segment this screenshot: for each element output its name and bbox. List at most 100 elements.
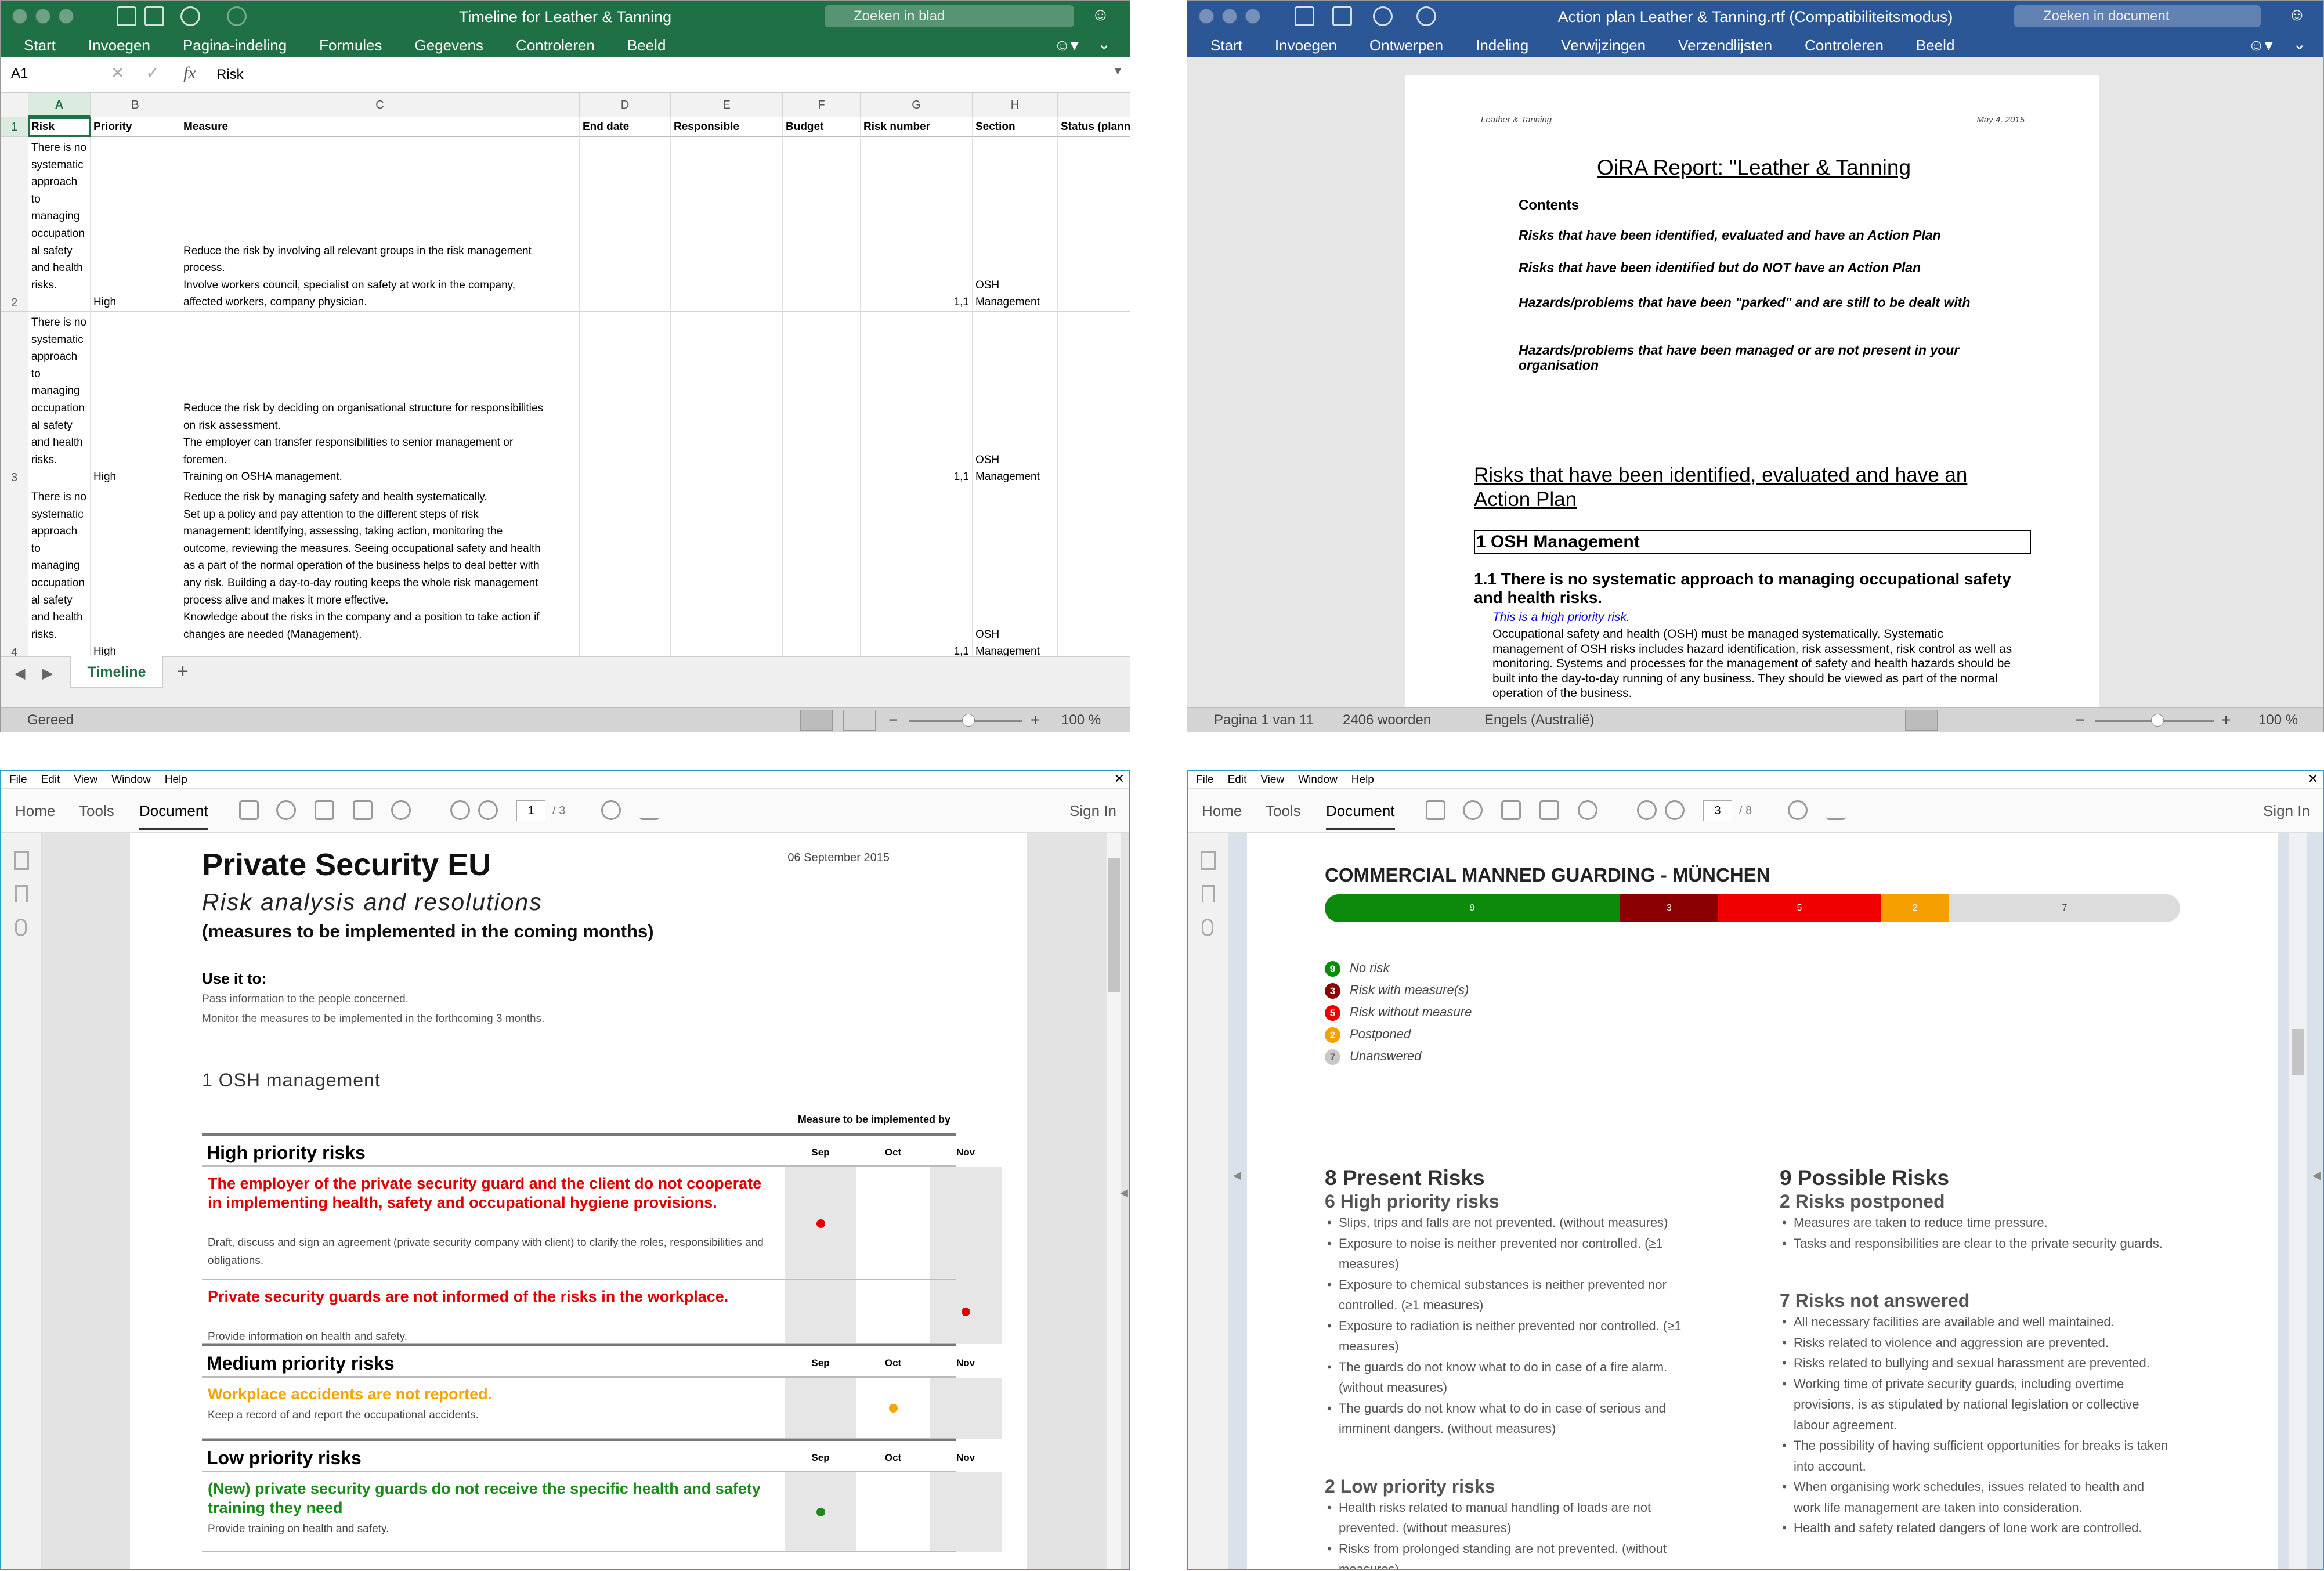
menu-item-window[interactable]: Window <box>1298 774 1338 786</box>
formula-input[interactable]: Risk <box>216 63 244 86</box>
table-cell[interactable]: OSH Management <box>973 312 1058 486</box>
ribbon-collapse-icon[interactable]: ⌄ <box>1097 34 1111 53</box>
header-cell-6[interactable]: Budget <box>783 117 861 137</box>
column-header-C[interactable]: C <box>180 93 580 117</box>
column-header-G[interactable]: G <box>861 93 973 117</box>
ribbon-tab-start[interactable]: Start <box>24 37 56 55</box>
zoom-slider[interactable] <box>2095 714 2214 727</box>
row-header-1[interactable]: 1 <box>1 117 28 137</box>
outline-view-icon[interactable] <box>1985 710 2018 731</box>
tab-tools[interactable]: Tools <box>79 789 114 833</box>
function-icon[interactable]: fx <box>183 63 196 83</box>
table-cell[interactable] <box>783 137 861 312</box>
panel-expand-right-icon[interactable]: ◀ <box>2312 1169 2321 1182</box>
header-cell-1[interactable]: Risk <box>28 117 91 137</box>
column-header-B[interactable]: B <box>91 93 180 117</box>
table-cell[interactable] <box>580 312 671 486</box>
close-window-icon[interactable]: ✕ <box>2308 771 2318 786</box>
header-cell-5[interactable]: Responsible <box>671 117 783 137</box>
menu-item-edit[interactable]: Edit <box>41 774 60 786</box>
pages-icon[interactable] <box>1201 851 1216 870</box>
menu-item-view[interactable]: View <box>74 774 97 786</box>
table-cell[interactable]: There is no systematic approach to manag… <box>28 312 91 486</box>
column-header-A[interactable]: A <box>28 93 91 117</box>
comment-icon[interactable] <box>601 800 621 820</box>
table-cell[interactable]: 1,1 <box>861 312 973 486</box>
panel-expand-right-icon[interactable]: ◀ <box>1120 1187 1128 1199</box>
toc-entry[interactable]: Hazards/problems that have been "parked"… <box>1519 295 2012 310</box>
zoom-out-icon[interactable]: − <box>888 708 898 732</box>
table-cell[interactable] <box>783 486 861 661</box>
pen-sign-icon[interactable] <box>639 800 659 820</box>
scrollbar-thumb[interactable] <box>2292 1029 2304 1075</box>
toc-entry[interactable]: Risks that have been identified but do N… <box>1519 260 2012 275</box>
zoom-out-icon[interactable]: − <box>2075 708 2084 732</box>
table-cell[interactable]: OSH Management <box>973 137 1058 312</box>
prev-page-icon[interactable] <box>1637 800 1657 820</box>
table-cell[interactable]: Reduce the risk by managing safety and h… <box>180 486 580 661</box>
spreadsheet-grid[interactable]: A B C D E F G H 1 Risk Priority Measure End date Resp… <box>1 92 1130 681</box>
next-sheet-icon[interactable]: ▶ <box>42 665 53 682</box>
table-cell[interactable]: There is no systematic approach to manag… <box>28 486 91 661</box>
bookmark-icon[interactable] <box>1202 885 1215 902</box>
table-cell[interactable] <box>1058 312 1130 486</box>
column-header-D[interactable]: D <box>580 93 671 117</box>
email-icon[interactable] <box>1539 800 1559 820</box>
save-icon[interactable] <box>1426 800 1445 820</box>
upload-cloud-icon[interactable] <box>276 800 296 820</box>
table-cell[interactable]: Reduce the risk by involving all relevan… <box>180 137 580 312</box>
header-cell-8[interactable]: Section <box>973 117 1058 137</box>
risk-title[interactable]: Workplace accidents are not reported. <box>208 1385 765 1404</box>
search-icon[interactable] <box>391 800 411 820</box>
print-layout-view-icon[interactable] <box>1905 710 1938 731</box>
table-cell[interactable] <box>671 486 783 661</box>
zoom-slider-thumb[interactable] <box>962 714 975 727</box>
document-viewport[interactable]: Private Security EU 06 September 2015 Risk… <box>42 833 1129 1569</box>
column-header-E[interactable]: E <box>671 93 783 117</box>
header-cell-2[interactable]: Priority <box>91 117 180 137</box>
ribbon-tab-start[interactable]: Start <box>1210 37 1242 55</box>
feedback-smiley-icon[interactable]: ☺▾ <box>1054 35 1079 55</box>
pen-sign-icon[interactable] <box>1826 800 1846 820</box>
menu-item-window[interactable]: Window <box>111 774 151 786</box>
page-number-input[interactable]: 1 <box>516 800 545 821</box>
tab-document[interactable]: Document <box>1326 793 1395 830</box>
table-cell[interactable]: 1,1 <box>861 137 973 312</box>
menu-item-help[interactable]: Help <box>1351 774 1374 786</box>
header-cell-7[interactable]: Risk number <box>861 117 973 137</box>
zoom-slider-thumb[interactable] <box>2151 714 2164 727</box>
web-layout-view-icon[interactable] <box>1945 710 1977 731</box>
prev-page-icon[interactable] <box>450 800 470 820</box>
panel-collapse-icon[interactable]: ◀ <box>1233 1169 1241 1182</box>
ribbon-tab-verwijzingen[interactable]: Verwijzingen <box>1561 37 1646 55</box>
table-cell[interactable] <box>580 137 671 312</box>
prev-sheet-icon[interactable]: ◀ <box>15 665 25 682</box>
table-cell[interactable] <box>671 137 783 312</box>
risk-title[interactable]: The employer of the private security gua… <box>208 1174 765 1212</box>
page-number-input[interactable]: 3 <box>1703 800 1732 821</box>
toc-entry[interactable]: Risks that have been identified, evaluat… <box>1519 227 2012 243</box>
document-viewport[interactable]: ◀ COMMERCIAL MANNED GUARDING - MÜNCHEN 9 3… <box>1228 833 2323 1569</box>
tab-home[interactable]: Home <box>15 789 55 833</box>
ribbon-collapse-icon[interactable]: ⌄ <box>2293 34 2306 53</box>
header-cell-4[interactable]: End date <box>580 117 671 137</box>
name-box[interactable]: A1 <box>5 62 92 85</box>
draft-view-icon[interactable] <box>2026 710 2058 731</box>
ribbon-tab-invoegen[interactable]: Invoegen <box>88 37 150 55</box>
normal-view-icon[interactable] <box>800 710 833 731</box>
menu-item-file[interactable]: File <box>9 774 27 786</box>
row-header-2[interactable]: 2 <box>1 137 28 312</box>
search-input[interactable]: Zoeken in document <box>2014 5 2261 27</box>
email-icon[interactable] <box>353 800 373 820</box>
pages-icon[interactable] <box>14 851 29 870</box>
zoom-in-icon[interactable]: + <box>1031 708 1040 732</box>
toc-entry[interactable]: Hazards/problems that have been managed … <box>1519 342 2012 373</box>
close-window-icon[interactable]: ✕ <box>1114 771 1125 786</box>
ribbon-tab-beeld[interactable]: Beeld <box>627 37 666 55</box>
table-cell[interactable] <box>1058 486 1130 661</box>
table-cell[interactable]: High <box>91 312 180 486</box>
bookmark-icon[interactable] <box>15 885 28 902</box>
vertical-scrollbar[interactable] <box>1107 833 1121 1569</box>
risk-title[interactable]: Private security guards are not informed… <box>208 1287 765 1306</box>
ribbon-tab-pagina-indeling[interactable]: Pagina-indeling <box>183 37 287 55</box>
